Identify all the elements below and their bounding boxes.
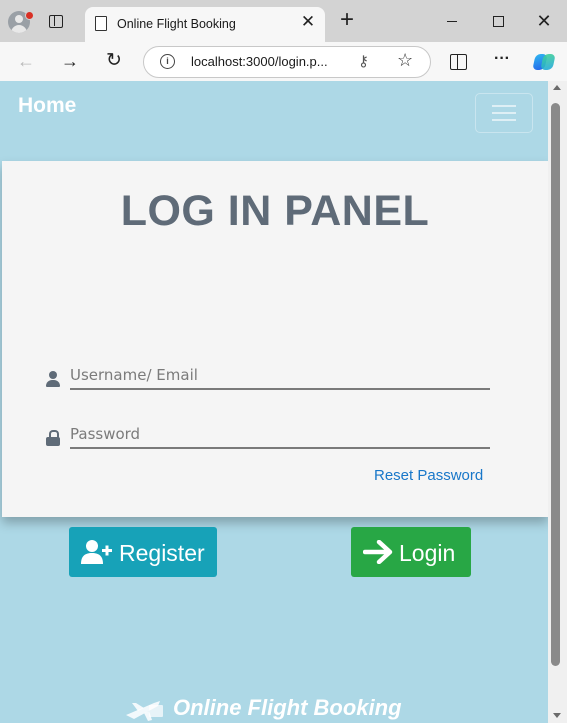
split-screen-icon[interactable]: [450, 54, 467, 70]
username-input[interactable]: [70, 362, 490, 390]
copilot-icon[interactable]: [532, 51, 556, 73]
register-label: Register: [119, 540, 205, 566]
tab-actions-icon[interactable]: [48, 13, 64, 29]
username-field-group: [46, 362, 491, 392]
user-icon: [46, 371, 60, 387]
panel-title: LOG IN PANEL: [120, 187, 430, 235]
arrow-right-icon: [363, 540, 393, 564]
tab-close-icon[interactable]: ✕: [299, 13, 317, 31]
reset-password-link[interactable]: Reset Password: [374, 467, 483, 484]
browser-tab[interactable]: Online Flight Booking ✕: [85, 7, 325, 42]
password-key-icon[interactable]: ⚷: [358, 52, 369, 70]
browser-toolbar: ← → ↻ i localhost:3000/login.p... ⚷ ☆ ··…: [0, 42, 567, 81]
window-close-button[interactable]: ✕: [533, 10, 555, 32]
new-tab-button[interactable]: +: [337, 8, 357, 32]
page-scrollbar[interactable]: [548, 81, 567, 723]
tab-title: Online Flight Booking: [117, 17, 236, 31]
navbar-brand-link[interactable]: Home: [18, 94, 76, 118]
scrollbar-thumb[interactable]: [551, 103, 560, 666]
password-input[interactable]: [70, 421, 490, 449]
footer-brand-text: Online Flight Booking: [173, 695, 402, 720]
user-plus-icon: [81, 540, 112, 564]
reload-icon[interactable]: ↻: [103, 50, 125, 72]
minimize-button[interactable]: [441, 10, 463, 32]
airplane-logo-icon: [126, 701, 163, 721]
address-bar[interactable]: i localhost:3000/login.p... ⚷ ☆: [143, 46, 431, 78]
address-url[interactable]: localhost:3000/login.p...: [191, 54, 328, 69]
lock-icon: [46, 430, 60, 446]
footer-brand: Online Flight Booking: [124, 693, 434, 723]
back-arrow-icon[interactable]: ←: [15, 50, 37, 72]
notification-dot-icon: [25, 11, 34, 20]
page-icon: [95, 16, 107, 31]
forward-arrow-icon[interactable]: →: [59, 50, 81, 72]
register-button[interactable]: Register: [69, 527, 217, 577]
maximize-button[interactable]: [487, 10, 509, 32]
browser-tab-strip: Online Flight Booking ✕ + ✕: [0, 0, 567, 42]
navbar-toggler-button[interactable]: [475, 93, 533, 133]
scroll-down-arrow-icon[interactable]: [553, 713, 561, 718]
page-viewport: Home LOG IN PANEL Reset Password Registe…: [0, 81, 548, 723]
favorite-star-icon[interactable]: ☆: [397, 50, 413, 71]
login-label: Login: [399, 540, 456, 566]
login-button[interactable]: Login: [351, 527, 471, 577]
scroll-up-arrow-icon[interactable]: [553, 85, 561, 90]
password-field-group: [46, 421, 491, 451]
login-panel: LOG IN PANEL Reset Password Register Log…: [2, 161, 548, 577]
more-options-button[interactable]: ···: [494, 50, 510, 68]
site-navbar: Home: [0, 81, 548, 161]
site-info-icon[interactable]: i: [160, 54, 175, 69]
